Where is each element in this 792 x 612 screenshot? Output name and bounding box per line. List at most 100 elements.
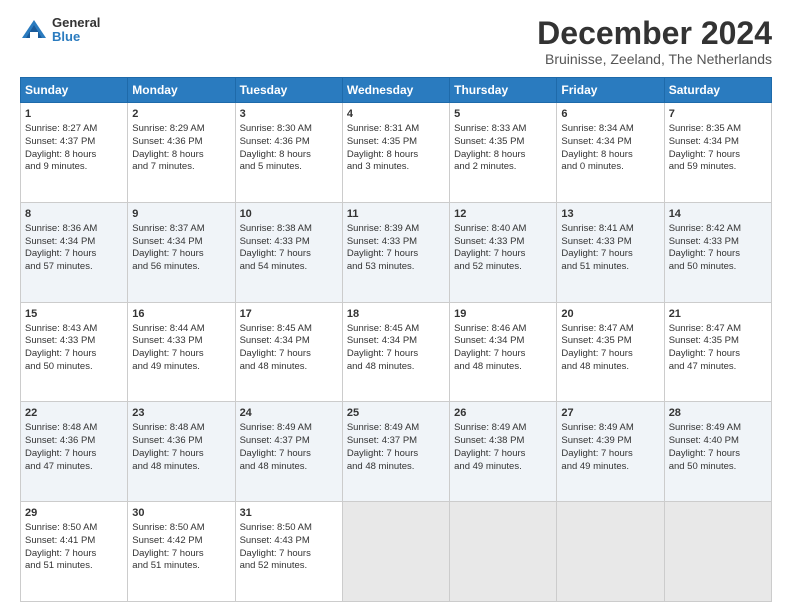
day-info-line: Sunset: 4:37 PM — [25, 136, 123, 149]
day-info-line: Sunset: 4:33 PM — [240, 236, 338, 249]
day-info-line: Daylight: 7 hours — [347, 448, 445, 461]
day-info-line: Sunset: 4:33 PM — [454, 236, 552, 249]
day-info-line: Daylight: 8 hours — [240, 149, 338, 162]
day-cell: 13Sunrise: 8:41 AMSunset: 4:33 PMDayligh… — [557, 202, 664, 302]
logo-blue: Blue — [52, 30, 100, 44]
day-info-line: Sunrise: 8:46 AM — [454, 323, 552, 336]
day-cell: 30Sunrise: 8:50 AMSunset: 4:42 PMDayligh… — [128, 502, 235, 602]
day-number: 3 — [240, 107, 338, 122]
day-info-line: Sunrise: 8:36 AM — [25, 223, 123, 236]
day-number: 11 — [347, 207, 445, 222]
day-info-line: Sunrise: 8:50 AM — [25, 522, 123, 535]
day-info-line: and 50 minutes. — [25, 361, 123, 374]
day-cell: 24Sunrise: 8:49 AMSunset: 4:37 PMDayligh… — [235, 402, 342, 502]
day-info-line: Sunrise: 8:39 AM — [347, 223, 445, 236]
day-info-line: Daylight: 7 hours — [132, 548, 230, 561]
day-cell: 27Sunrise: 8:49 AMSunset: 4:39 PMDayligh… — [557, 402, 664, 502]
day-info-line: Sunset: 4:38 PM — [454, 435, 552, 448]
calendar-table: SundayMondayTuesdayWednesdayThursdayFrid… — [20, 77, 772, 602]
day-info-line: Sunrise: 8:40 AM — [454, 223, 552, 236]
day-header-tuesday: Tuesday — [235, 78, 342, 103]
day-number: 10 — [240, 207, 338, 222]
day-cell: 16Sunrise: 8:44 AMSunset: 4:33 PMDayligh… — [128, 302, 235, 402]
day-cell — [557, 502, 664, 602]
day-info-line: Daylight: 8 hours — [454, 149, 552, 162]
day-info-line: and 50 minutes. — [669, 261, 767, 274]
day-info-line: Sunset: 4:36 PM — [25, 435, 123, 448]
day-info-line: Daylight: 7 hours — [561, 248, 659, 261]
day-info-line: and 57 minutes. — [25, 261, 123, 274]
day-info-line: Daylight: 7 hours — [25, 348, 123, 361]
day-number: 5 — [454, 107, 552, 122]
day-info-line: Sunset: 4:35 PM — [561, 335, 659, 348]
day-info-line: and 48 minutes. — [240, 461, 338, 474]
day-info-line: Sunrise: 8:33 AM — [454, 123, 552, 136]
day-info-line: Daylight: 7 hours — [669, 149, 767, 162]
day-info-line: and 49 minutes. — [454, 461, 552, 474]
logo: General Blue — [20, 16, 100, 45]
day-info-line: Daylight: 7 hours — [454, 248, 552, 261]
day-number: 9 — [132, 207, 230, 222]
day-number: 20 — [561, 307, 659, 322]
week-row-4: 22Sunrise: 8:48 AMSunset: 4:36 PMDayligh… — [21, 402, 772, 502]
day-info-line: and 48 minutes. — [347, 361, 445, 374]
day-number: 17 — [240, 307, 338, 322]
day-header-wednesday: Wednesday — [342, 78, 449, 103]
day-info-line: Daylight: 8 hours — [561, 149, 659, 162]
logo-text: General Blue — [52, 16, 100, 45]
day-info-line: Sunset: 4:36 PM — [132, 136, 230, 149]
day-info-line: Sunrise: 8:50 AM — [240, 522, 338, 535]
header: General Blue December 2024 Bruinisse, Ze… — [20, 16, 772, 67]
day-info-line: Daylight: 7 hours — [347, 248, 445, 261]
day-info-line: Sunrise: 8:45 AM — [347, 323, 445, 336]
day-cell: 28Sunrise: 8:49 AMSunset: 4:40 PMDayligh… — [664, 402, 771, 502]
day-cell: 19Sunrise: 8:46 AMSunset: 4:34 PMDayligh… — [450, 302, 557, 402]
page: General Blue December 2024 Bruinisse, Ze… — [0, 0, 792, 612]
day-info-line: Sunrise: 8:42 AM — [669, 223, 767, 236]
day-number: 6 — [561, 107, 659, 122]
day-header-monday: Monday — [128, 78, 235, 103]
day-info-line: Sunrise: 8:47 AM — [669, 323, 767, 336]
day-info-line: Daylight: 8 hours — [25, 149, 123, 162]
day-cell: 31Sunrise: 8:50 AMSunset: 4:43 PMDayligh… — [235, 502, 342, 602]
subtitle: Bruinisse, Zeeland, The Netherlands — [537, 51, 772, 67]
day-cell: 17Sunrise: 8:45 AMSunset: 4:34 PMDayligh… — [235, 302, 342, 402]
day-number: 15 — [25, 307, 123, 322]
day-info-line: and 48 minutes. — [347, 461, 445, 474]
day-info-line: Sunrise: 8:44 AM — [132, 323, 230, 336]
day-info-line: Sunrise: 8:37 AM — [132, 223, 230, 236]
day-info-line: Sunset: 4:33 PM — [669, 236, 767, 249]
day-cell: 18Sunrise: 8:45 AMSunset: 4:34 PMDayligh… — [342, 302, 449, 402]
day-cell: 12Sunrise: 8:40 AMSunset: 4:33 PMDayligh… — [450, 202, 557, 302]
day-info-line: Sunrise: 8:29 AM — [132, 123, 230, 136]
day-info-line: and 5 minutes. — [240, 161, 338, 174]
day-info-line: Sunset: 4:34 PM — [240, 335, 338, 348]
day-number: 31 — [240, 506, 338, 521]
week-row-3: 15Sunrise: 8:43 AMSunset: 4:33 PMDayligh… — [21, 302, 772, 402]
day-cell: 5Sunrise: 8:33 AMSunset: 4:35 PMDaylight… — [450, 103, 557, 203]
day-cell: 8Sunrise: 8:36 AMSunset: 4:34 PMDaylight… — [21, 202, 128, 302]
day-info-line: Sunset: 4:37 PM — [347, 435, 445, 448]
day-info-line: and 59 minutes. — [669, 161, 767, 174]
day-info-line: and 56 minutes. — [132, 261, 230, 274]
day-cell: 3Sunrise: 8:30 AMSunset: 4:36 PMDaylight… — [235, 103, 342, 203]
day-cell: 29Sunrise: 8:50 AMSunset: 4:41 PMDayligh… — [21, 502, 128, 602]
day-number: 1 — [25, 107, 123, 122]
day-info-line: and 47 minutes. — [25, 461, 123, 474]
day-cell: 26Sunrise: 8:49 AMSunset: 4:38 PMDayligh… — [450, 402, 557, 502]
day-info-line: Daylight: 7 hours — [132, 248, 230, 261]
day-info-line: and 51 minutes. — [25, 560, 123, 573]
week-row-5: 29Sunrise: 8:50 AMSunset: 4:41 PMDayligh… — [21, 502, 772, 602]
day-info-line: and 52 minutes. — [454, 261, 552, 274]
day-info-line: Daylight: 7 hours — [561, 448, 659, 461]
day-info-line: Sunset: 4:35 PM — [347, 136, 445, 149]
day-info-line: Daylight: 7 hours — [347, 348, 445, 361]
day-info-line: Sunrise: 8:49 AM — [669, 422, 767, 435]
day-info-line: and 51 minutes. — [561, 261, 659, 274]
day-info-line: Sunset: 4:35 PM — [454, 136, 552, 149]
day-info-line: Daylight: 7 hours — [240, 348, 338, 361]
day-info-line: Sunrise: 8:31 AM — [347, 123, 445, 136]
day-number: 18 — [347, 307, 445, 322]
day-info-line: Sunset: 4:43 PM — [240, 535, 338, 548]
day-cell: 7Sunrise: 8:35 AMSunset: 4:34 PMDaylight… — [664, 103, 771, 203]
